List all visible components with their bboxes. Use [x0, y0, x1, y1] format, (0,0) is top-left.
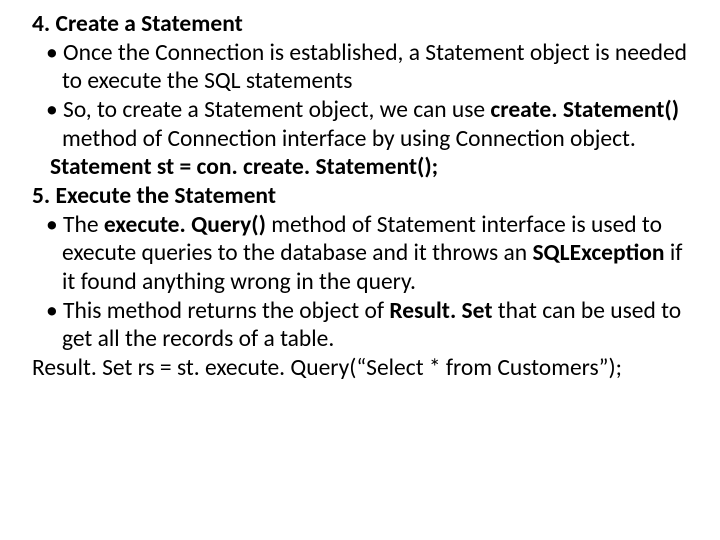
bullet-5-2-a: This method returns the object of — [63, 297, 389, 325]
bullet-4-2-c: method of Connection interface by using … — [62, 125, 636, 153]
bullet-5-2: This method returns the object of Result… — [32, 297, 688, 354]
heading-4: 4. Create a Statement — [32, 10, 688, 39]
bullet-4-2-b: create. Statement() — [490, 96, 679, 124]
bullet-4-2: So, to create a Statement object, we can… — [32, 96, 688, 153]
bullet-4-1-text: Once the Connection is established, a St… — [62, 39, 687, 96]
bullet-5-1-b: execute. Query() — [104, 211, 266, 239]
bullet-5-2-b: Result. Set — [389, 297, 492, 325]
slide: 4. Create a Statement Once the Connectio… — [0, 0, 720, 540]
heading-4-text: 4. Create a Statement — [32, 10, 243, 38]
code-4-text: Statement st = con. create. Statement(); — [50, 153, 438, 181]
bullet-4-2-a: So, to create a Statement object, we can… — [63, 96, 490, 124]
code-5: Result. Set rs = st. execute. Query(“Sel… — [32, 354, 688, 383]
bullet-4-1: Once the Connection is established, a St… — [32, 39, 688, 96]
bullet-5-1-d: SQLException — [532, 239, 664, 267]
heading-5: 5. Execute the Statement — [32, 182, 688, 211]
code-5-text: Result. Set rs = st. execute. Query(“Sel… — [32, 354, 622, 382]
heading-5-text: 5. Execute the Statement — [32, 182, 276, 210]
bullet-5-1-a: The — [63, 211, 104, 239]
code-4: Statement st = con. create. Statement(); — [32, 153, 688, 182]
bullet-5-1: The execute. Query() method of Statement… — [32, 211, 688, 297]
